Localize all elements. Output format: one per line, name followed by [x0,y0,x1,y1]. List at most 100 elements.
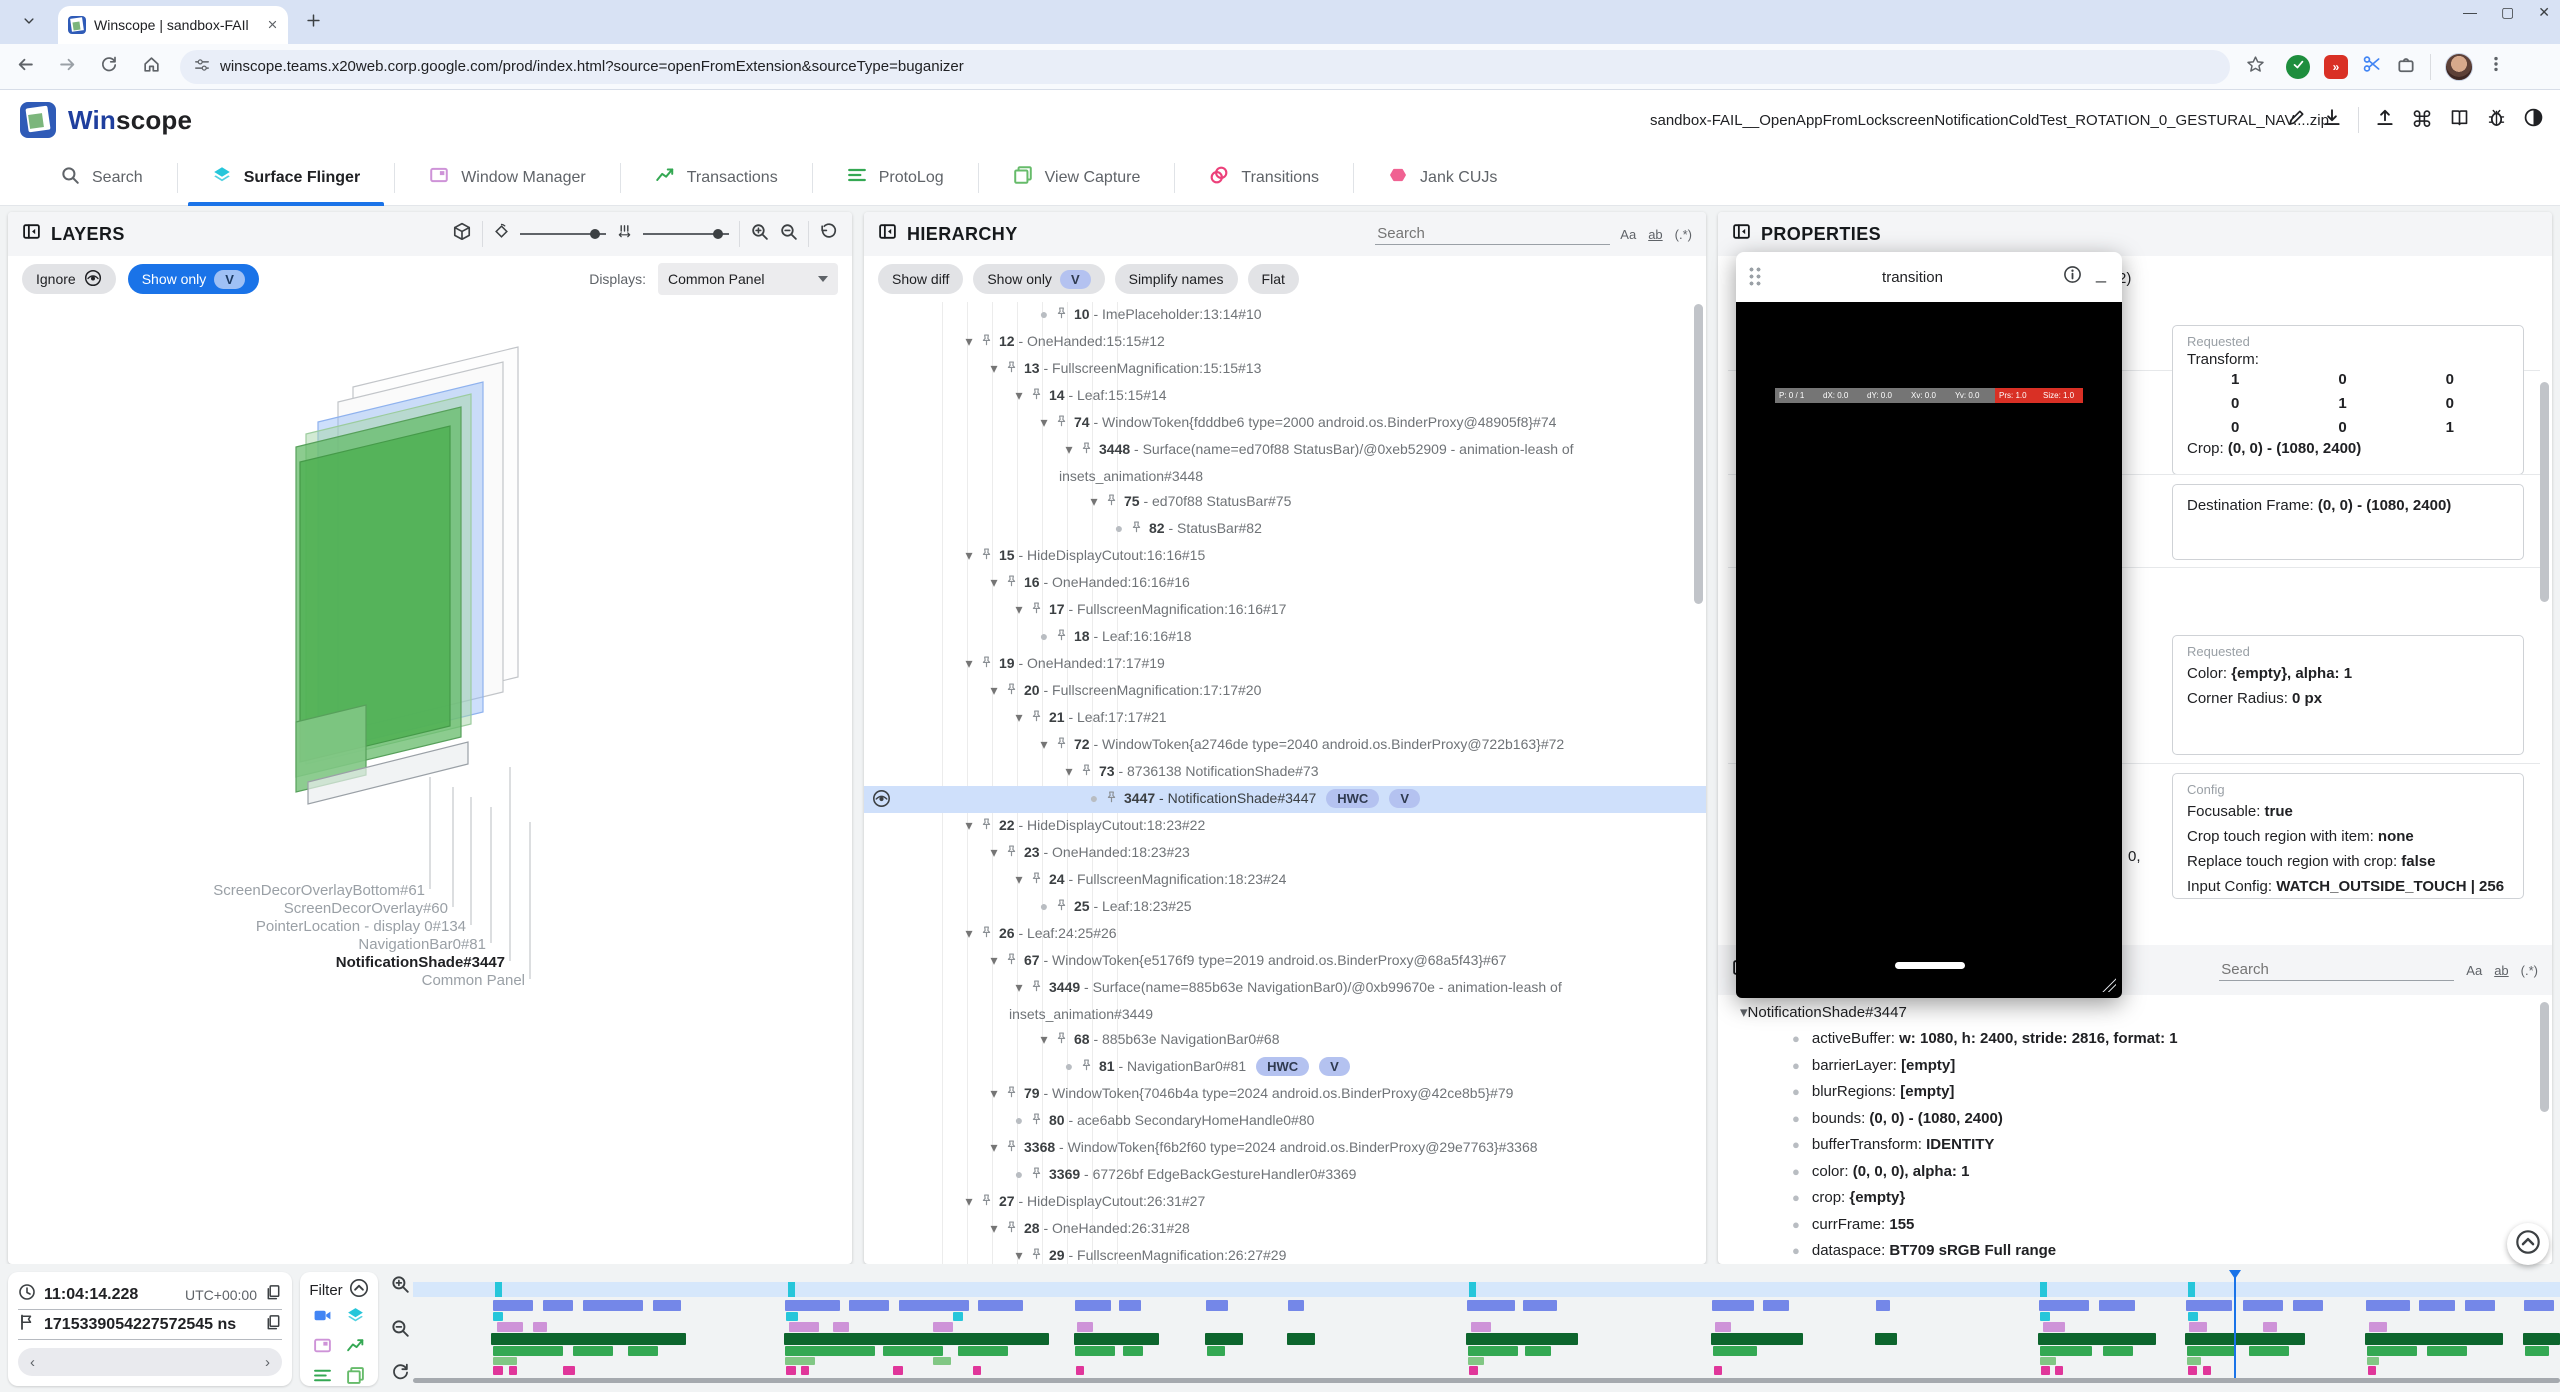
tree-node-3369[interactable]: ●3369 - 67726bf EdgeBackGestureHandler0#… [864,1162,1706,1189]
collapse-panel-icon[interactable] [878,222,897,246]
pin-icon[interactable] [1029,1245,1049,1264]
search-tool-2[interactable]: (.*) [1675,227,1692,242]
dark-mode-icon[interactable] [2523,107,2544,133]
search-tool-1[interactable]: ab [1648,227,1662,242]
filter-zigzag-icon[interactable] [346,1336,365,1360]
pin-icon[interactable] [1054,412,1074,437]
tree-node-3447[interactable]: ●3447 - NotificationShade#3447HWCV [864,786,1706,813]
tab-surface-flinger[interactable]: Surface Flinger [178,150,394,206]
tab-transitions[interactable]: Transitions [1175,150,1353,206]
reload-icon[interactable] [92,50,126,84]
tree-node-22[interactable]: ▾22 - HideDisplayCutout:18:23#22 [864,813,1706,840]
tree-node-3368[interactable]: ▾3368 - WindowToken{f6b2f60 type=2024 an… [864,1135,1706,1162]
property-item[interactable]: ●barrierLayer: [empty] [1792,1057,1955,1074]
tree-node-14[interactable]: ▾14 - Leaf:15:15#14 [864,383,1706,410]
spacing-slider[interactable] [643,233,729,235]
pin-icon[interactable] [1004,842,1024,867]
report-bug-icon[interactable] [2486,107,2507,133]
properties-tree-scrollbar[interactable] [2540,1002,2549,1112]
property-item[interactable]: ●currFrame: 155 [1792,1216,1914,1233]
pin-icon[interactable] [1029,977,1049,1002]
extensions-puzzle-icon[interactable] [2396,54,2416,79]
3d-view-icon[interactable] [452,222,472,247]
tree-node-82[interactable]: ●82 - StatusBar#82 [864,516,1706,543]
tree-node-3449[interactable]: ▾3449 - Surface(name=885b63e NavigationB… [864,975,1706,1027]
tree-node-16[interactable]: ▾16 - OneHanded:16:16#16 [864,570,1706,597]
tree-node-74[interactable]: ▾74 - WindowToken{fdddbe6 type=2000 andr… [864,410,1706,437]
expand-arrow-icon[interactable]: ▾ [1009,705,1029,730]
tree-node-27[interactable]: ▾27 - HideDisplayCutout:26:31#27 [864,1189,1706,1216]
pin-icon[interactable] [1079,439,1099,464]
expand-arrow-icon[interactable]: ▾ [1009,867,1029,892]
pin-icon[interactable] [979,545,999,570]
tab-protolog[interactable]: ProtoLog [813,150,978,206]
transition-popup[interactable]: transition _ P: 0 / 1dX: 0.0dY: 0.0Xv: 0… [1736,252,2122,998]
expand-arrow-icon[interactable]: ▾ [959,1189,979,1214]
expand-arrow-icon[interactable]: ▾ [984,356,1004,381]
docs-book-icon[interactable] [2449,107,2470,133]
search-tool-1[interactable]: ab [2494,963,2508,978]
filter-videocam-icon[interactable] [313,1306,332,1330]
upload-icon[interactable] [2375,108,2395,133]
hierarchy-tree[interactable]: ●10 - ImePlaceholder:13:14#10▾12 - OneHa… [864,302,1706,1264]
ignore-button[interactable]: Ignore [22,264,116,294]
pin-icon[interactable] [1054,626,1074,651]
tree-node-68[interactable]: ▾68 - 885b63e NavigationBar0#68 [864,1027,1706,1054]
expand-arrow-icon[interactable]: ▾ [1009,1243,1029,1264]
timeline-zoom-out-icon[interactable] [390,1318,410,1343]
zoom-out-icon[interactable] [779,222,798,246]
extension-scissors-icon[interactable] [2362,54,2382,79]
url-bar[interactable]: winscope.teams.x20web.corp.google.com/pr… [180,50,2230,84]
expand-arrow-icon[interactable]: ▾ [1034,1027,1054,1052]
property-item[interactable]: ●blurRegions: [empty] [1792,1083,1954,1100]
pin-icon[interactable] [1029,599,1049,624]
property-item[interactable]: ●dataspace: BT709 sRGB Full range [1792,1242,2056,1259]
hierarchy-scrollbar[interactable] [1694,304,1703,604]
timeline-cursor[interactable] [2234,1270,2236,1378]
rotation-slider[interactable] [520,233,606,235]
transition-popup-header[interactable]: transition _ [1736,252,2122,302]
bookmark-star-icon[interactable] [2238,50,2272,84]
browser-menu-icon[interactable] [2487,55,2505,78]
timeline-cursor-handle[interactable] [2229,1270,2241,1279]
layer-label[interactable]: NavigationBar0#81 [358,936,486,953]
expand-arrow-icon[interactable]: ▾ [984,1081,1004,1106]
expand-arrow-icon[interactable]: ▾ [984,678,1004,703]
prev-frame-button[interactable]: ‹ [30,1354,35,1371]
layer-label[interactable]: Common Panel [422,972,525,989]
filter-layers-icon[interactable] [346,1306,365,1330]
tree-node-75[interactable]: ▾75 - ed70f88 StatusBar#75 [864,489,1706,516]
pin-icon[interactable] [1004,1218,1024,1243]
filter-squares-icon[interactable] [346,1366,365,1390]
ns-time[interactable]: 1715339054227572545 ns [44,1316,257,1334]
pin-icon[interactable] [1104,491,1124,516]
pin-icon[interactable] [1029,385,1049,410]
expand-arrow-icon[interactable]: ▾ [959,651,979,676]
reset-view-icon[interactable] [819,222,838,246]
layer-label[interactable]: ScreenDecorOverlay#60 [284,900,448,917]
expand-arrow-icon[interactable]: ▾ [959,813,979,838]
expand-arrow-icon[interactable]: ▾ [1084,489,1104,514]
tree-node-17[interactable]: ▾17 - FullscreenMagnification:16:16#17 [864,597,1706,624]
search-tool-2[interactable]: (.*) [2521,963,2538,978]
pin-icon[interactable] [979,331,999,356]
expand-arrow-icon[interactable]: ▾ [984,840,1004,865]
new-tab-button[interactable] [300,10,326,36]
show-only-button[interactable]: Show onlyV [973,264,1104,294]
info-icon[interactable] [2063,265,2082,289]
expand-arrow-icon[interactable]: ▾ [1009,597,1029,622]
rotation-icon[interactable] [493,223,510,245]
scroll-top-button[interactable] [2507,1223,2549,1265]
tree-node-13[interactable]: ▾13 - FullscreenMagnification:15:15#13 [864,356,1706,383]
visibility-eye-icon[interactable] [872,789,891,816]
search-tool-0[interactable]: Aa [2466,963,2482,978]
pin-icon[interactable] [1004,950,1024,975]
tab-transactions[interactable]: Transactions [621,150,812,206]
pin-icon[interactable] [979,923,999,948]
pin-icon[interactable] [1029,1164,1049,1189]
layer-label[interactable]: PointerLocation - display 0#134 [256,918,466,935]
minimize-popup-icon[interactable]: _ [2092,263,2110,292]
layer-label[interactable]: NotificationShade#3447 [336,954,505,971]
tree-node-18[interactable]: ●18 - Leaf:16:16#18 [864,624,1706,651]
layers-3d-canvas[interactable]: ScreenDecorOverlayBottom#61ScreenDecorOv… [8,302,852,1262]
